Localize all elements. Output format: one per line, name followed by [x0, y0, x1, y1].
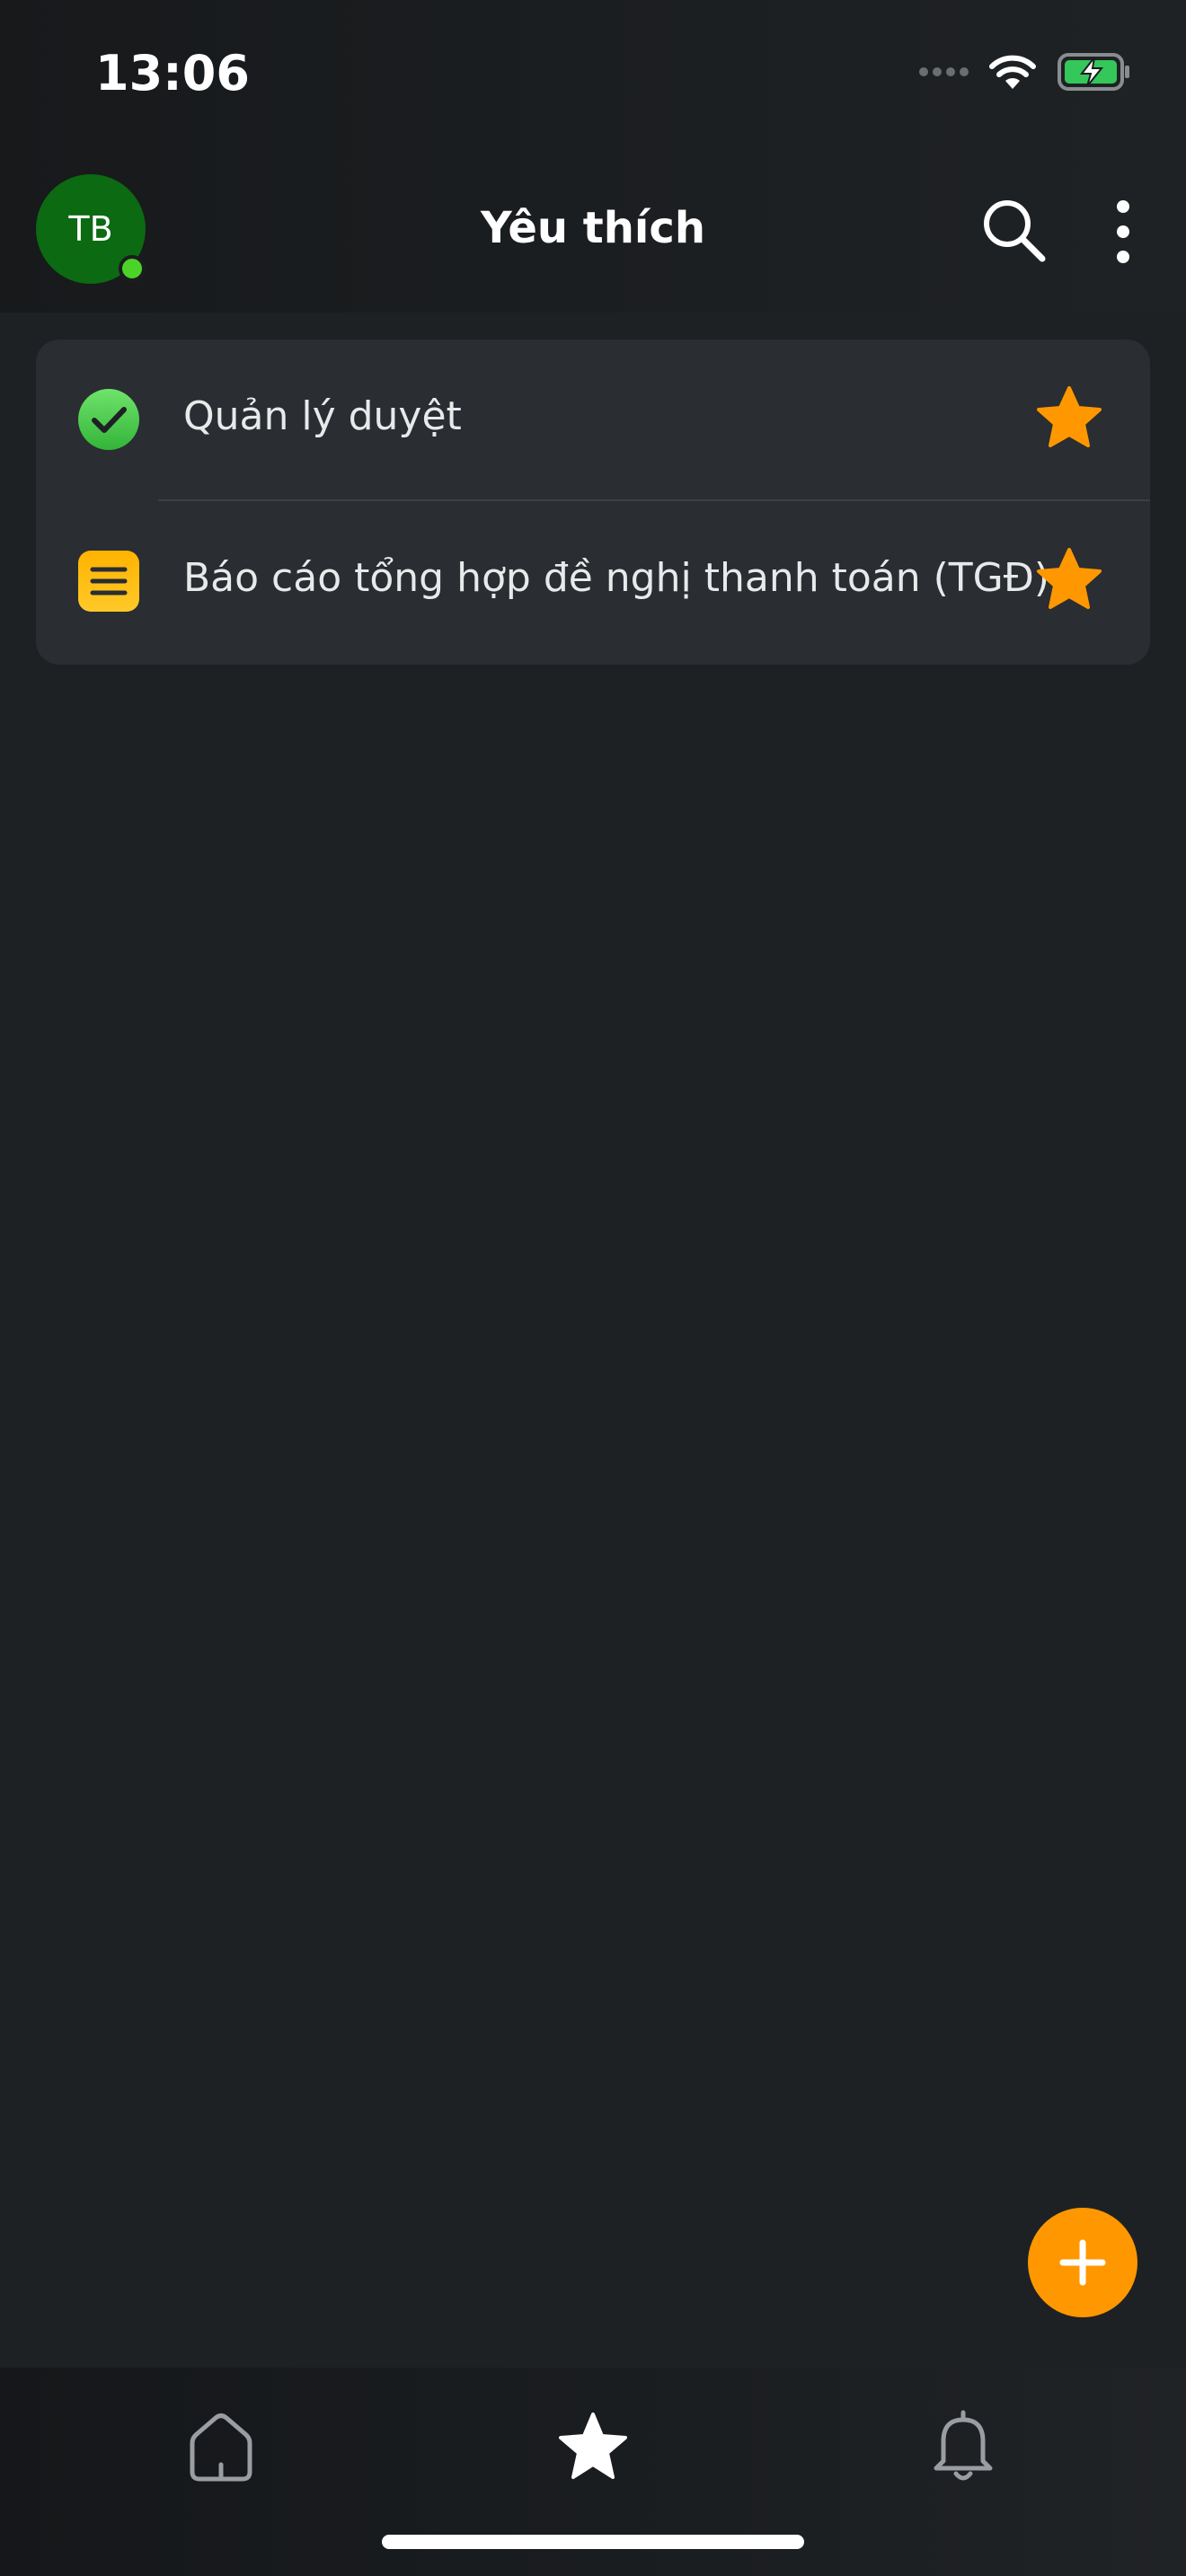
star-icon[interactable] [1033, 383, 1105, 454]
add-button[interactable] [1028, 2208, 1137, 2317]
home-icon[interactable] [183, 2409, 259, 2484]
plus-icon [1059, 2239, 1106, 2286]
list-item-label: Quản lý duyệt [183, 393, 462, 439]
list-item-label: Báo cáo tổng hợp đề nghị thanh toán (TGĐ… [183, 555, 1049, 601]
list-item[interactable]: Quản lý duyệt [36, 340, 1150, 501]
home-indicator[interactable] [382, 2535, 804, 2549]
more-options-icon[interactable] [1102, 198, 1145, 266]
list-item[interactable]: Báo cáo tổng hợp đề nghị thanh toán (TGĐ… [36, 501, 1150, 663]
favorites-list: Quản lý duyệt Báo cáo tổng hợp đề nghị t… [36, 340, 1150, 665]
status-indicators [919, 52, 1132, 92]
star-icon[interactable] [1033, 544, 1105, 616]
online-status-dot [119, 255, 146, 282]
bell-icon[interactable] [925, 2409, 1001, 2484]
wifi-icon [989, 55, 1036, 89]
search-icon[interactable] [978, 194, 1049, 266]
check-circle-icon [78, 389, 139, 450]
app-header: TB Yêu thích [0, 171, 1186, 296]
status-time: 13:06 [95, 45, 250, 101]
star-icon[interactable] [555, 2409, 631, 2484]
cellular-signal-icon [919, 67, 969, 76]
list-document-icon [78, 551, 139, 612]
battery-charging-icon [1058, 53, 1129, 91]
